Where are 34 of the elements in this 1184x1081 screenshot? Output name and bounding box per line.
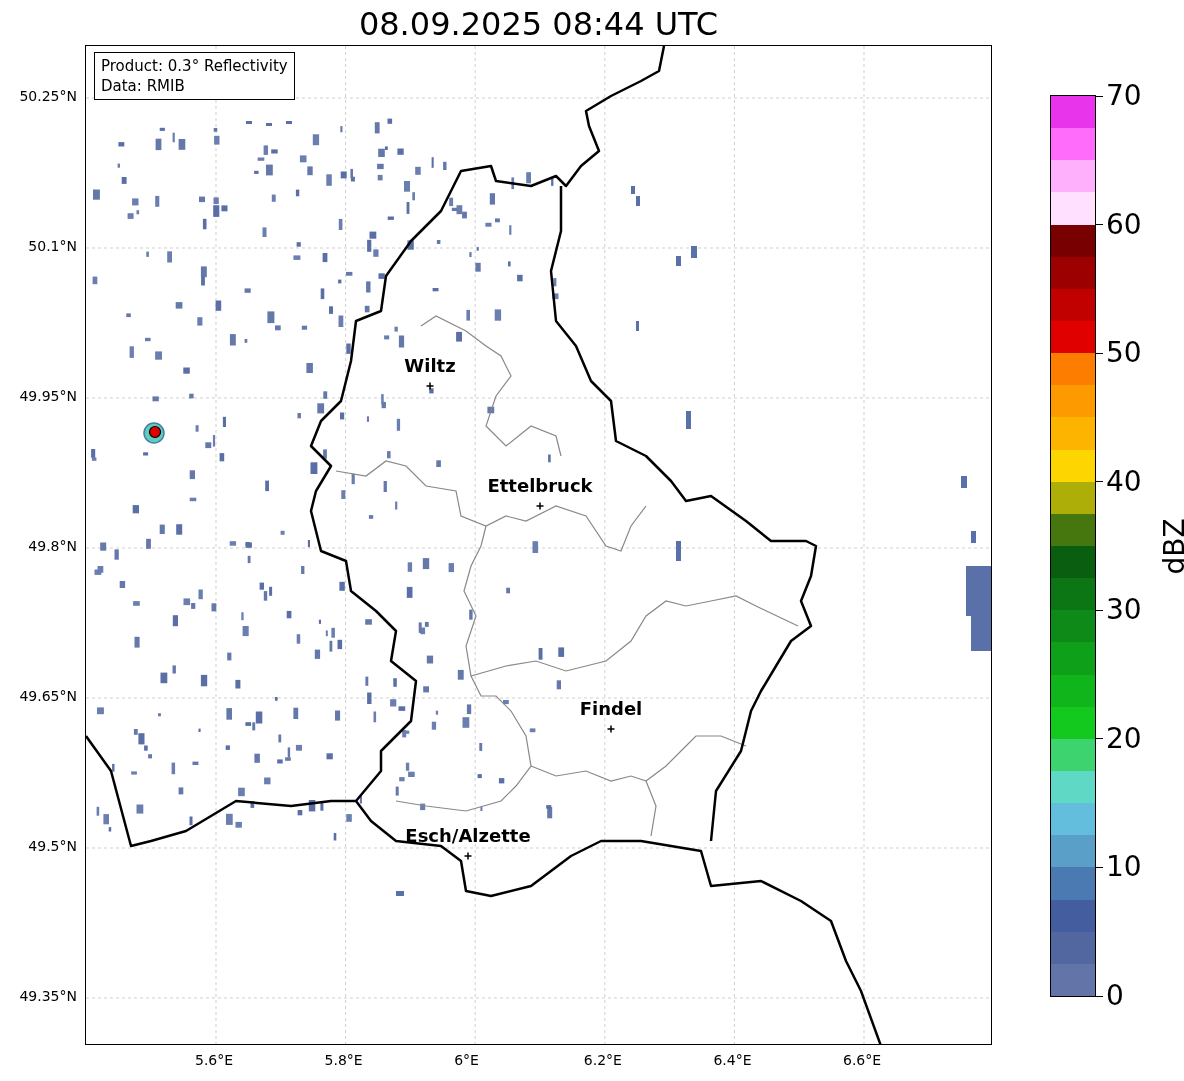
city-label: Ettelbruck: [487, 475, 593, 496]
longitude-label: 6.2°E: [583, 1052, 622, 1068]
longitude-label: 5.6°E: [195, 1052, 234, 1068]
chart-title: 08.09.2025 08:44 UTC: [358, 4, 719, 44]
city-label: Esch/Alzette: [405, 825, 531, 846]
city-label: Wiltz: [404, 355, 456, 376]
scale-tick-label: 20: [1106, 723, 1142, 754]
longitude-label: 6.4°E: [713, 1052, 752, 1068]
city-marker-icon: [463, 851, 473, 861]
scale-tick-label: 70: [1106, 81, 1142, 111]
city-marker-icon: [425, 381, 435, 391]
info-text: Data: RMIB: [101, 76, 186, 96]
latitude-label: 49.65°N: [19, 688, 77, 704]
scale-tick-label: 0: [1106, 981, 1124, 1011]
latitude-label: 49.5°N: [28, 838, 77, 854]
city-marker-icon: [535, 501, 545, 511]
latitude-label: 50.25°N: [19, 88, 77, 104]
latitude-label: 49.8°N: [28, 538, 77, 554]
latitude-label: 49.95°N: [19, 388, 77, 404]
city-label: Findel: [579, 698, 643, 719]
longitude-label: 6°E: [454, 1052, 479, 1068]
longitude-label: 6.6°E: [843, 1052, 882, 1068]
scale-tick-label: 30: [1106, 595, 1142, 626]
scale-tick-label: 10: [1106, 852, 1142, 883]
latitude-label: 50.1°N: [28, 238, 77, 254]
radar-site-icon: [143, 422, 165, 444]
scale-unit-label: dBZ: [1157, 517, 1184, 575]
longitude-label: 5.8°E: [324, 1052, 363, 1068]
latitude-label: 49.35°N: [19, 988, 77, 1004]
city-marker-icon: [606, 724, 616, 734]
scale-tick-label: 50: [1106, 338, 1142, 369]
info-text: Product: 0.3° Reflectivity: [101, 56, 288, 76]
scale-tick-label: 40: [1106, 466, 1142, 497]
scale-tick-label: 60: [1106, 209, 1142, 240]
